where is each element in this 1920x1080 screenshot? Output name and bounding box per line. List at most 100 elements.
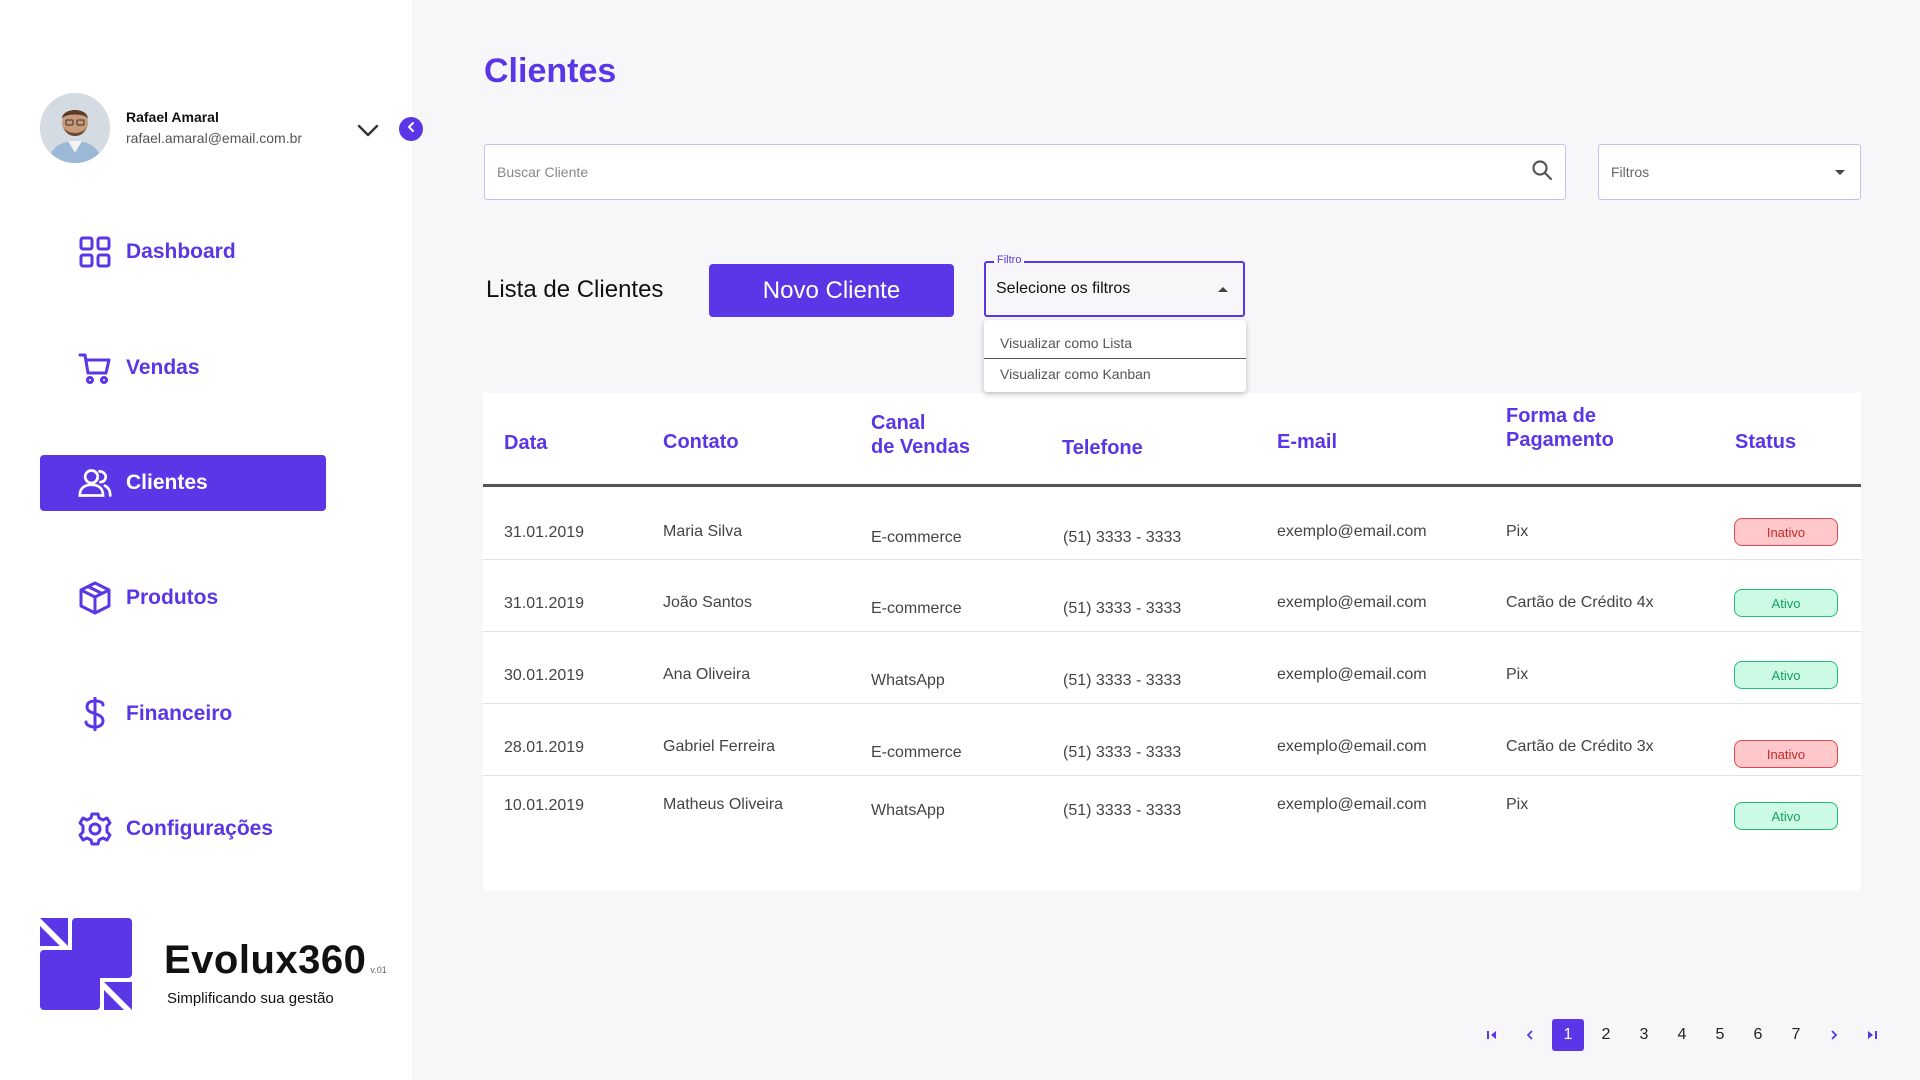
search-input[interactable] — [497, 164, 1531, 180]
user-profile: Rafael Amaral rafael.amaral@email.com.br — [40, 93, 302, 163]
grid-icon — [78, 235, 112, 269]
table-row[interactable]: 31.01.2019 Maria Silva E-commerce (51) 3… — [483, 488, 1861, 560]
cell-pagamento: Cartão de Crédito 3x — [1506, 738, 1654, 755]
prev-page-button[interactable] — [1514, 1019, 1546, 1051]
menu-item-kanban-view[interactable]: Visualizar como Kanban — [984, 360, 1246, 388]
cell-canal: WhatsApp — [871, 672, 945, 689]
sidebar-item-label: Clientes — [126, 471, 208, 494]
brand: Evolux360 v.01 Simplificando sua gestão — [40, 918, 387, 1015]
filters-label: Filtros — [1611, 164, 1650, 180]
brand-name: Evolux360 — [164, 938, 367, 982]
brand-version: v.01 — [370, 965, 387, 975]
cell-email: exemplo@email.com — [1277, 594, 1427, 611]
last-page-icon — [1865, 1028, 1879, 1042]
header-data[interactable]: Data — [504, 431, 547, 455]
cell-telefone: (51) 3333 - 3333 — [1063, 600, 1182, 617]
header-pagamento-line2: Pagamento — [1506, 429, 1614, 451]
sidebar-item-clientes[interactable]: Clientes — [40, 455, 326, 511]
first-page-icon — [1485, 1028, 1499, 1042]
cell-data: 31.01.2019 — [504, 595, 585, 612]
header-canal[interactable]: Canal de Vendas — [871, 411, 970, 459]
cell-data: 28.01.2019 — [504, 739, 585, 756]
users-icon — [78, 466, 112, 500]
sidebar-item-label: Financeiro — [126, 702, 233, 725]
new-client-button[interactable]: Novo Cliente — [709, 264, 954, 317]
status-badge: Inativo — [1734, 518, 1838, 546]
page-7[interactable]: 7 — [1780, 1019, 1812, 1051]
page-title: Clientes — [484, 52, 617, 90]
header-telefone[interactable]: Telefone — [1062, 436, 1143, 460]
cell-contato: João Santos — [663, 594, 752, 611]
cell-contato: Maria Silva — [663, 523, 743, 540]
chevron-left-icon — [1523, 1028, 1537, 1042]
cell-telefone: (51) 3333 - 3333 — [1063, 744, 1182, 761]
cell-canal: E-commerce — [871, 529, 962, 546]
caret-up-icon — [1217, 280, 1229, 298]
header-pagamento[interactable]: Forma de Pagamento — [1506, 404, 1614, 452]
page-2[interactable]: 2 — [1590, 1019, 1622, 1051]
search-box — [484, 144, 1566, 200]
cell-contato: Gabriel Ferreira — [663, 738, 776, 755]
first-page-button[interactable] — [1476, 1019, 1508, 1051]
sidebar-item-label: Dashboard — [126, 240, 236, 263]
cell-pagamento: Cartão de Crédito 4x — [1506, 594, 1654, 611]
sidebar-item-label: Configurações — [126, 817, 274, 840]
collapse-sidebar-button[interactable] — [399, 117, 423, 141]
cell-email: exemplo@email.com — [1277, 738, 1427, 755]
cell-pagamento: Pix — [1506, 666, 1529, 683]
sidebar: Rafael Amaral rafael.amaral@email.com.br… — [0, 0, 412, 1080]
cell-telefone: (51) 3333 - 3333 — [1063, 672, 1182, 689]
header-status[interactable]: Status — [1735, 430, 1796, 454]
pagination: 1 2 3 4 5 6 7 — [1476, 1019, 1894, 1051]
page-6[interactable]: 6 — [1742, 1019, 1774, 1051]
cell-canal: E-commerce — [871, 600, 962, 617]
page-4[interactable]: 4 — [1666, 1019, 1698, 1051]
sidebar-item-configuracoes[interactable]: Configurações — [40, 801, 326, 857]
cell-data: 10.01.2019 — [504, 797, 585, 814]
status-badge: Ativo — [1734, 802, 1838, 830]
cell-pagamento: Pix — [1506, 523, 1529, 540]
page-1[interactable]: 1 — [1552, 1019, 1584, 1051]
header-contato[interactable]: Contato — [663, 430, 739, 454]
list-title: Lista de Clientes — [486, 276, 664, 303]
sidebar-item-produtos[interactable]: Produtos — [40, 570, 326, 626]
sidebar-item-vendas[interactable]: Vendas — [40, 340, 326, 396]
gear-icon — [78, 812, 112, 846]
status-badge: Ativo — [1734, 589, 1838, 617]
header-pagamento-line1: Forma de — [1506, 405, 1597, 427]
chevron-down-icon[interactable] — [356, 118, 380, 142]
cell-data: 31.01.2019 — [504, 524, 585, 541]
filter-select[interactable]: Filtro Selecione os filtros — [984, 254, 1245, 317]
table-row[interactable]: 30.01.2019 Ana Oliveira WhatsApp (51) 33… — [483, 632, 1861, 704]
table-row[interactable]: 28.01.2019 Gabriel Ferreira E-commerce (… — [483, 704, 1861, 776]
cell-canal: E-commerce — [871, 744, 962, 761]
brand-tagline: Simplificando sua gestão — [167, 990, 334, 1007]
chevron-right-icon — [1827, 1028, 1841, 1042]
page-3[interactable]: 3 — [1628, 1019, 1660, 1051]
box-icon — [78, 581, 112, 615]
sidebar-item-label: Produtos — [126, 586, 219, 609]
header-email[interactable]: E-mail — [1277, 430, 1337, 454]
page-5[interactable]: 5 — [1704, 1019, 1736, 1051]
cell-email: exemplo@email.com — [1277, 796, 1427, 813]
filter-dropdown-menu: Visualizar como Lista Visualizar como Ka… — [984, 320, 1246, 392]
clients-table: Data Contato Canal de Vendas Telefone E-… — [483, 393, 1861, 891]
menu-item-list-view[interactable]: Visualizar como Lista — [984, 329, 1246, 357]
last-page-button[interactable] — [1856, 1019, 1888, 1051]
search-icon[interactable] — [1531, 159, 1553, 186]
table-row[interactable]: 10.01.2019 Matheus Oliveira WhatsApp (51… — [483, 776, 1861, 848]
profile-email: rafael.amaral@email.com.br — [126, 130, 303, 146]
cell-email: exemplo@email.com — [1277, 523, 1427, 540]
sidebar-item-financeiro[interactable]: Financeiro — [40, 686, 326, 742]
status-badge: Inativo — [1734, 740, 1838, 768]
cell-pagamento: Pix — [1506, 796, 1529, 813]
filters-select[interactable]: Filtros — [1598, 144, 1861, 200]
sidebar-item-dashboard[interactable]: Dashboard — [40, 224, 326, 280]
next-page-button[interactable] — [1818, 1019, 1850, 1051]
caret-down-icon — [1834, 164, 1846, 180]
cell-data: 30.01.2019 — [504, 667, 585, 684]
table-row[interactable]: 31.01.2019 João Santos E-commerce (51) 3… — [483, 560, 1861, 632]
menu-divider — [984, 358, 1246, 359]
avatar — [40, 93, 110, 163]
header-canal-line2: de Vendas — [871, 436, 970, 458]
